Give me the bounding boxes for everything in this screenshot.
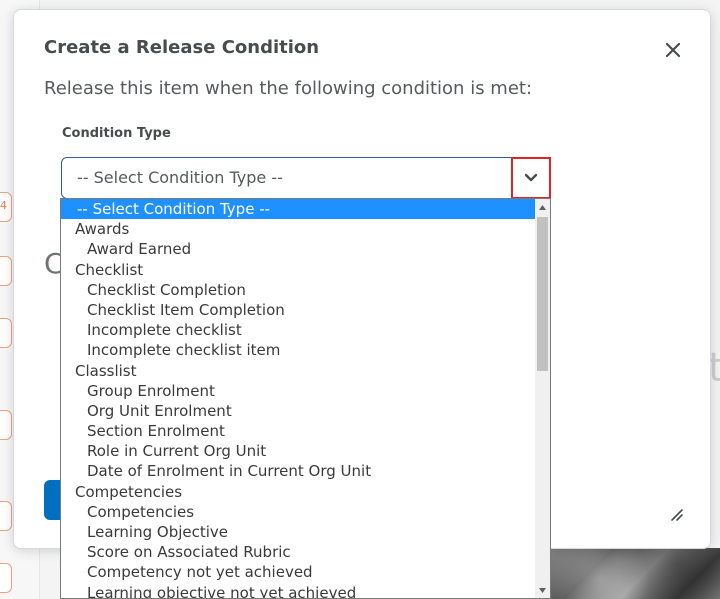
condition-type-label: Condition Type [62, 126, 171, 141]
dropdown-option[interactable]: Date of Enrolment in Current Org Unit [61, 461, 535, 481]
background-photo [548, 548, 720, 599]
dropdown-option[interactable]: Award Earned [61, 239, 535, 259]
option-group-label: Classlist [75, 361, 137, 380]
dropdown-option[interactable]: Score on Associated Rubric [61, 542, 535, 562]
dialog-title: Create a Release Condition [44, 37, 320, 58]
options-list: -- Select Condition Type -- Awards Award E… [61, 199, 535, 598]
background-tab [0, 410, 12, 440]
dropdown-option[interactable]: Competencies [61, 502, 535, 522]
select-dropdown-button[interactable] [511, 157, 551, 199]
resize-handle-icon[interactable] [669, 507, 685, 523]
close-button[interactable] [659, 36, 687, 64]
condition-type-select[interactable]: -- Select Condition Type -- [61, 157, 551, 199]
option-group-label: Checklist [75, 260, 144, 279]
dropdown-option[interactable]: Org Unit Enrolment [61, 401, 535, 421]
dropdown-option[interactable]: Incomplete checklist item [61, 340, 535, 360]
option-group-label: Awards [75, 220, 130, 239]
scrollbar[interactable] [535, 199, 550, 598]
close-icon [666, 43, 680, 57]
background-tab: 4 [0, 192, 12, 222]
dialog-instruction: Release this item when the following con… [44, 78, 533, 99]
arrow-down-icon [539, 587, 546, 593]
dropdown-option[interactable]: Incomplete checklist [61, 320, 535, 340]
dropdown-option[interactable]: Competency not yet achieved [61, 562, 535, 582]
dropdown-option[interactable]: Group Enrolment [61, 381, 535, 401]
dropdown-option[interactable]: Learning Objective [61, 522, 535, 542]
arrow-up-icon [539, 204, 546, 210]
background-tab [0, 318, 12, 348]
background-tab [0, 501, 12, 531]
scroll-up-button[interactable] [535, 199, 550, 215]
dropdown-option[interactable]: Checklist Item Completion [61, 300, 535, 320]
scroll-thumb[interactable] [537, 217, 548, 371]
dropdown-option[interactable]: -- Select Condition Type -- [61, 199, 535, 220]
dropdown-option[interactable]: Learning objective not yet achieved [61, 583, 535, 598]
background-tab [0, 256, 12, 286]
option-group-label: Competencies [75, 482, 183, 501]
dropdown-option[interactable]: Section Enrolment [61, 421, 535, 441]
condition-type-options[interactable]: -- Select Condition Type -- Awards Award E… [60, 198, 551, 599]
select-value: -- Select Condition Type -- [77, 168, 283, 187]
dropdown-option[interactable]: Checklist Completion [61, 280, 535, 300]
dropdown-option[interactable]: Role in Current Org Unit [61, 441, 535, 461]
scroll-down-button[interactable] [535, 582, 550, 598]
background-tab [0, 563, 12, 593]
chevron-down-icon [524, 173, 538, 182]
